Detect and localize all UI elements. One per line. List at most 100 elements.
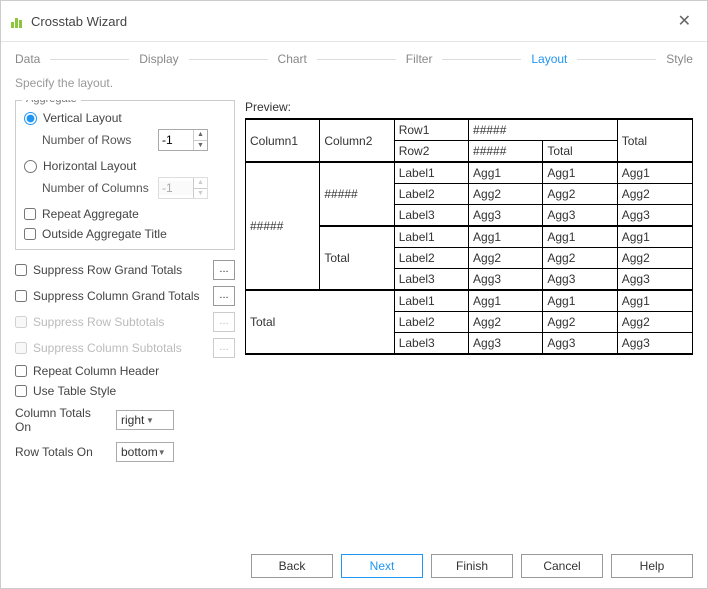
suppress-row-st-checkbox (15, 316, 27, 328)
cell-label3: Label3 (394, 269, 468, 291)
suppress-row-st-label: Suppress Row Subtotals (33, 315, 207, 329)
step-chart[interactable]: Chart (278, 52, 307, 66)
suppress-col-st-checkbox (15, 342, 27, 354)
preview-label: Preview: (245, 100, 693, 114)
cell-agg2: Agg2 (617, 312, 692, 333)
step-style[interactable]: Style (666, 52, 693, 66)
titlebar: Crosstab Wizard ✕ (1, 1, 707, 42)
outside-agg-title-checkbox[interactable] (24, 228, 36, 240)
vertical-layout-radio[interactable] (24, 112, 37, 125)
cell-label2: Label2 (394, 184, 468, 205)
aggregate-legend: Aggregate (22, 100, 81, 105)
cell-label1: Label1 (394, 226, 468, 248)
step-filter[interactable]: Filter (406, 52, 433, 66)
cancel-button[interactable]: Cancel (521, 554, 603, 578)
window-title: Crosstab Wizard (31, 14, 127, 29)
page-subtitle: Specify the layout. (1, 72, 707, 100)
cell-column2: Column2 (320, 119, 394, 162)
cell-label3: Label3 (394, 205, 468, 227)
use-table-style-checkbox[interactable] (15, 385, 27, 397)
cell-agg1: Agg1 (469, 226, 543, 248)
col-totals-on-select[interactable]: right ▼ (116, 410, 174, 430)
cell-agg1: Agg1 (543, 162, 617, 184)
cell-label1: Label1 (394, 290, 468, 312)
cell-agg3: Agg3 (469, 205, 543, 227)
vertical-layout-label: Vertical Layout (43, 111, 122, 125)
wizard-stepper: Data Display Chart Filter Layout Style (1, 42, 707, 72)
suppress-col-st-more-button: ... (213, 338, 235, 358)
cell-agg1: Agg1 (543, 226, 617, 248)
cell-agg2: Agg2 (617, 248, 692, 269)
cell-agg2: Agg2 (543, 248, 617, 269)
cell-agg3: Agg3 (469, 333, 543, 355)
cell-total: Total (617, 119, 692, 162)
chevron-down-icon: ▼ (194, 189, 207, 199)
outside-agg-title-label: Outside Aggregate Title (42, 227, 167, 241)
chevron-up-icon[interactable]: ▲ (194, 130, 207, 141)
cell-hash: ##### (320, 162, 394, 226)
finish-button[interactable]: Finish (431, 554, 513, 578)
repeat-aggregate-label: Repeat Aggregate (42, 207, 139, 221)
next-button[interactable]: Next (341, 554, 423, 578)
suppress-row-st-more-button: ... (213, 312, 235, 332)
cell-agg1: Agg1 (617, 290, 692, 312)
num-rows-input[interactable] (159, 133, 193, 147)
cell-agg1: Agg1 (617, 226, 692, 248)
suppress-col-gt-label: Suppress Column Grand Totals (33, 289, 207, 303)
num-cols-label: Number of Columns (42, 181, 152, 195)
help-button[interactable]: Help (611, 554, 693, 578)
back-button[interactable]: Back (251, 554, 333, 578)
cell-agg3: Agg3 (469, 269, 543, 291)
cell-label1: Label1 (394, 162, 468, 184)
cell-label2: Label2 (394, 312, 468, 333)
repeat-col-header-checkbox[interactable] (15, 365, 27, 377)
cell-agg3: Agg3 (543, 333, 617, 355)
suppress-col-st-label: Suppress Column Subtotals (33, 341, 207, 355)
aggregate-fieldset: Aggregate Vertical Layout Number of Rows… (15, 100, 235, 250)
suppress-col-gt-more-button[interactable]: ... (213, 286, 235, 306)
preview-table: Column1 Column2 Row1 ##### Total Row2 ##… (245, 118, 693, 355)
cell-total: Total (320, 226, 394, 290)
step-data[interactable]: Data (15, 52, 40, 66)
step-layout[interactable]: Layout (531, 52, 567, 66)
suppress-col-gt-checkbox[interactable] (15, 290, 27, 302)
col-totals-on-value: right (121, 413, 146, 427)
cell-agg2: Agg2 (617, 184, 692, 205)
cell-agg2: Agg2 (469, 312, 543, 333)
cell-agg2: Agg2 (469, 184, 543, 205)
cell-agg3: Agg3 (543, 269, 617, 291)
use-table-style-label: Use Table Style (33, 384, 235, 398)
cell-agg1: Agg1 (469, 162, 543, 184)
close-icon[interactable]: ✕ (672, 9, 697, 33)
cell-hash: ##### (469, 141, 543, 163)
col-totals-on-label: Column Totals On (15, 406, 110, 434)
app-icon (11, 14, 25, 28)
num-cols-stepper: ▲▼ (158, 177, 208, 199)
horizontal-layout-label: Horizontal Layout (43, 159, 136, 173)
cell-total: Total (543, 141, 617, 163)
chevron-down-icon[interactable]: ▼ (194, 141, 207, 151)
num-rows-stepper[interactable]: ▲▼ (158, 129, 208, 151)
chevron-up-icon: ▲ (194, 178, 207, 189)
suppress-row-gt-more-button[interactable]: ... (213, 260, 235, 280)
num-rows-label: Number of Rows (42, 133, 152, 147)
repeat-aggregate-checkbox[interactable] (24, 208, 36, 220)
chevron-down-icon: ▼ (158, 448, 171, 457)
horizontal-layout-radio[interactable] (24, 160, 37, 173)
row-totals-on-label: Row Totals On (15, 445, 110, 459)
cell-total: Total (246, 290, 395, 354)
cell-row2: Row2 (394, 141, 468, 163)
row-totals-on-select[interactable]: bottom ▼ (116, 442, 174, 462)
row-totals-on-value: bottom (121, 445, 158, 459)
cell-agg1: Agg1 (469, 290, 543, 312)
cell-label2: Label2 (394, 248, 468, 269)
suppress-row-gt-checkbox[interactable] (15, 264, 27, 276)
cell-agg3: Agg3 (617, 269, 692, 291)
suppress-row-gt-label: Suppress Row Grand Totals (33, 263, 207, 277)
step-display[interactable]: Display (139, 52, 178, 66)
cell-agg2: Agg2 (543, 184, 617, 205)
cell-hash: ##### (469, 119, 618, 141)
cell-agg3: Agg3 (617, 205, 692, 227)
cell-agg1: Agg1 (543, 290, 617, 312)
cell-agg1: Agg1 (617, 162, 692, 184)
